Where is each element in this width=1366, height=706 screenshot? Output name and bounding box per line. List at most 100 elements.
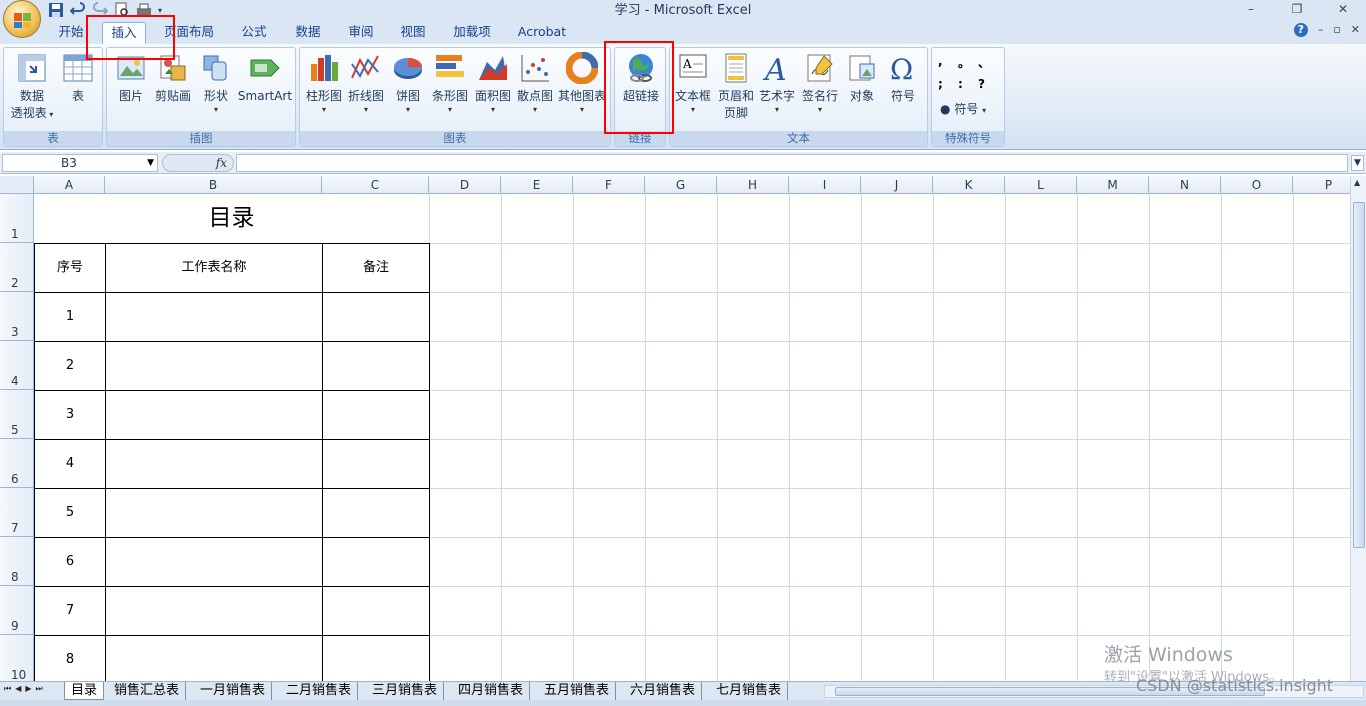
tab-review[interactable]: 审阅 — [341, 22, 381, 44]
scatter-chart-button[interactable]: 散点图 ▾ — [514, 52, 556, 115]
sheet-tab[interactable]: 六月销售表 — [624, 682, 703, 700]
special-char-period[interactable]: 。 — [958, 54, 978, 71]
row-header-2[interactable]: 2 — [0, 243, 34, 292]
column-header-o[interactable]: O — [1221, 176, 1293, 194]
column-header-c[interactable]: C — [322, 176, 429, 194]
tab-formulas[interactable]: 公式 — [234, 22, 274, 44]
special-char-comma[interactable]: , — [938, 54, 958, 71]
worksheet-grid[interactable]: ABCDEFGHIJKLMNOP 1 2 3 4 5 6 7 8 9 10 目录 序号 工作表名称… — [0, 176, 1350, 681]
object-button[interactable]: 对象 — [842, 52, 882, 105]
tab-home[interactable]: 开始 — [52, 22, 90, 44]
number-cell[interactable]: 8 — [35, 636, 105, 681]
column-header-e[interactable]: E — [501, 176, 573, 194]
sheet-tab[interactable]: 销售汇总表 — [108, 682, 187, 700]
sheet-tab[interactable]: 一月销售表 — [194, 682, 273, 700]
column-header-b[interactable]: B — [105, 176, 322, 194]
row-header-4[interactable]: 4 — [0, 341, 34, 390]
scroll-up-icon[interactable]: ▲ — [1354, 178, 1360, 187]
name-box-dropdown-icon[interactable]: ▼ — [147, 155, 154, 171]
column-header-g[interactable]: G — [645, 176, 717, 194]
doc-close-button[interactable]: ✕ — [1351, 23, 1360, 37]
column-header-d[interactable]: D — [429, 176, 501, 194]
column-header-n[interactable]: N — [1149, 176, 1221, 194]
select-all-corner[interactable] — [0, 176, 34, 194]
tab-view[interactable]: 视图 — [393, 22, 433, 44]
row-header-1[interactable]: 1 — [0, 194, 34, 243]
row-header-10[interactable]: 10 — [0, 635, 34, 681]
column-header-l[interactable]: L — [1005, 176, 1077, 194]
sheet-nav-buttons[interactable]: ⏮◀▶⏭ — [4, 684, 47, 694]
bar-chart-button[interactable]: 条形图 ▾ — [428, 52, 472, 115]
pie-chart-button[interactable]: 饼图 ▾ — [388, 52, 428, 115]
special-symbol-button[interactable]: ● 符号 ▾ — [940, 100, 986, 117]
number-cell[interactable]: 1 — [35, 293, 105, 341]
sheet-tab[interactable]: 五月销售表 — [538, 682, 617, 700]
pie-dropdown-icon: ▾ — [405, 105, 410, 114]
number-cell[interactable]: 3 — [35, 391, 105, 439]
line-chart-button[interactable]: 折线图 ▾ — [345, 52, 387, 115]
doc-minimize-button[interactable]: – — [1318, 23, 1324, 37]
toc-title-cell[interactable]: 目录 — [34, 194, 429, 243]
wordart-button[interactable]: A 艺术字 ▾ — [756, 52, 798, 115]
row-header-9[interactable]: 9 — [0, 586, 34, 635]
area-chart-button[interactable]: 面积图 ▾ — [471, 52, 515, 115]
restore-button[interactable]: ❐ — [1274, 0, 1320, 20]
column-header-i[interactable]: I — [789, 176, 861, 194]
header-cell-sheetname[interactable]: 工作表名称 — [106, 244, 322, 292]
number-cell[interactable]: 4 — [35, 440, 105, 488]
insert-function-button[interactable]: fx — [162, 154, 234, 172]
special-char-question[interactable]: ? — [978, 77, 998, 91]
column-header-j[interactable]: J — [861, 176, 933, 194]
row-header-5[interactable]: 5 — [0, 390, 34, 439]
column-header-m[interactable]: M — [1077, 176, 1149, 194]
help-icon[interactable]: ? — [1293, 23, 1308, 37]
shapes-button[interactable]: 形状 ▾ — [197, 52, 235, 115]
textbox-button[interactable]: A 文本框 ▾ — [672, 52, 714, 115]
smartart-button[interactable]: SmartArt — [235, 52, 295, 105]
column-header-a[interactable]: A — [34, 176, 105, 194]
number-cell[interactable]: 2 — [35, 342, 105, 390]
number-cell[interactable]: 6 — [35, 538, 105, 586]
sheet-tab[interactable]: 七月销售表 — [710, 682, 789, 700]
column-header-h[interactable]: H — [717, 176, 789, 194]
column-header-f[interactable]: F — [573, 176, 645, 194]
row-header-6[interactable]: 6 — [0, 439, 34, 488]
close-button[interactable]: ✕ — [1320, 0, 1366, 20]
pivot-table-button[interactable]: 数据 透视表 ▾ — [7, 52, 57, 123]
sheet-tab[interactable]: 四月销售表 — [452, 682, 531, 700]
other-charts-button[interactable]: 其他图表 ▾ — [556, 52, 608, 115]
vertical-scroll-thumb[interactable] — [1353, 202, 1365, 548]
tab-addins[interactable]: 加载项 — [448, 22, 496, 44]
column-chart-button[interactable]: 柱形图 ▾ — [302, 52, 346, 115]
row-header-7[interactable]: 7 — [0, 488, 34, 537]
sheet-tab[interactable]: 三月销售表 — [366, 682, 445, 700]
row-header-3[interactable]: 3 — [0, 292, 34, 341]
row-header-8[interactable]: 8 — [0, 537, 34, 586]
sheet-tab[interactable]: 目录 — [64, 682, 105, 700]
formula-input[interactable] — [236, 154, 1348, 172]
header-cell-number[interactable]: 序号 — [35, 244, 105, 292]
symbol-button[interactable]: Ω 符号 — [882, 52, 924, 105]
vertical-scrollbar[interactable]: ▲ — [1350, 176, 1366, 681]
minimize-button[interactable]: – — [1228, 0, 1274, 20]
signature-line-button[interactable]: 签名行 ▾ — [798, 52, 842, 115]
number-cell[interactable]: 7 — [35, 587, 105, 635]
group-charts: 柱形图 ▾ 折线图 ▾ 饼图 ▾ 条形图 ▾ 面积图 ▾ 散点图 ▾ 其他图表 … — [299, 47, 611, 147]
name-box[interactable]: B3 ▼ — [2, 154, 158, 172]
formula-bar: B3 ▼ fx ▼ — [0, 152, 1366, 174]
doc-restore-button[interactable]: ▫ — [1333, 23, 1340, 37]
office-button[interactable] — [3, 0, 41, 38]
ribbon: 数据 透视表 ▾ 表 表 图片 剪贴画 形状 ▾ SmartArt 插图 柱形图… — [0, 44, 1366, 150]
special-char-dun[interactable]: 、 — [978, 54, 998, 71]
column-header-k[interactable]: K — [933, 176, 1005, 194]
tab-acrobat[interactable]: Acrobat — [514, 22, 570, 44]
header-cell-remark[interactable]: 备注 — [323, 244, 429, 292]
number-cell[interactable]: 5 — [35, 489, 105, 537]
tab-data[interactable]: 数据 — [288, 22, 328, 44]
expand-formula-bar-icon[interactable]: ▼ — [1351, 155, 1364, 171]
special-char-colon[interactable]: : — [958, 77, 978, 91]
column-header-p[interactable]: P — [1293, 176, 1350, 194]
header-footer-button[interactable]: 页眉和 页脚 — [714, 52, 758, 122]
sheet-tab[interactable]: 二月销售表 — [280, 682, 359, 700]
special-char-semicolon[interactable]: ; — [938, 77, 958, 91]
